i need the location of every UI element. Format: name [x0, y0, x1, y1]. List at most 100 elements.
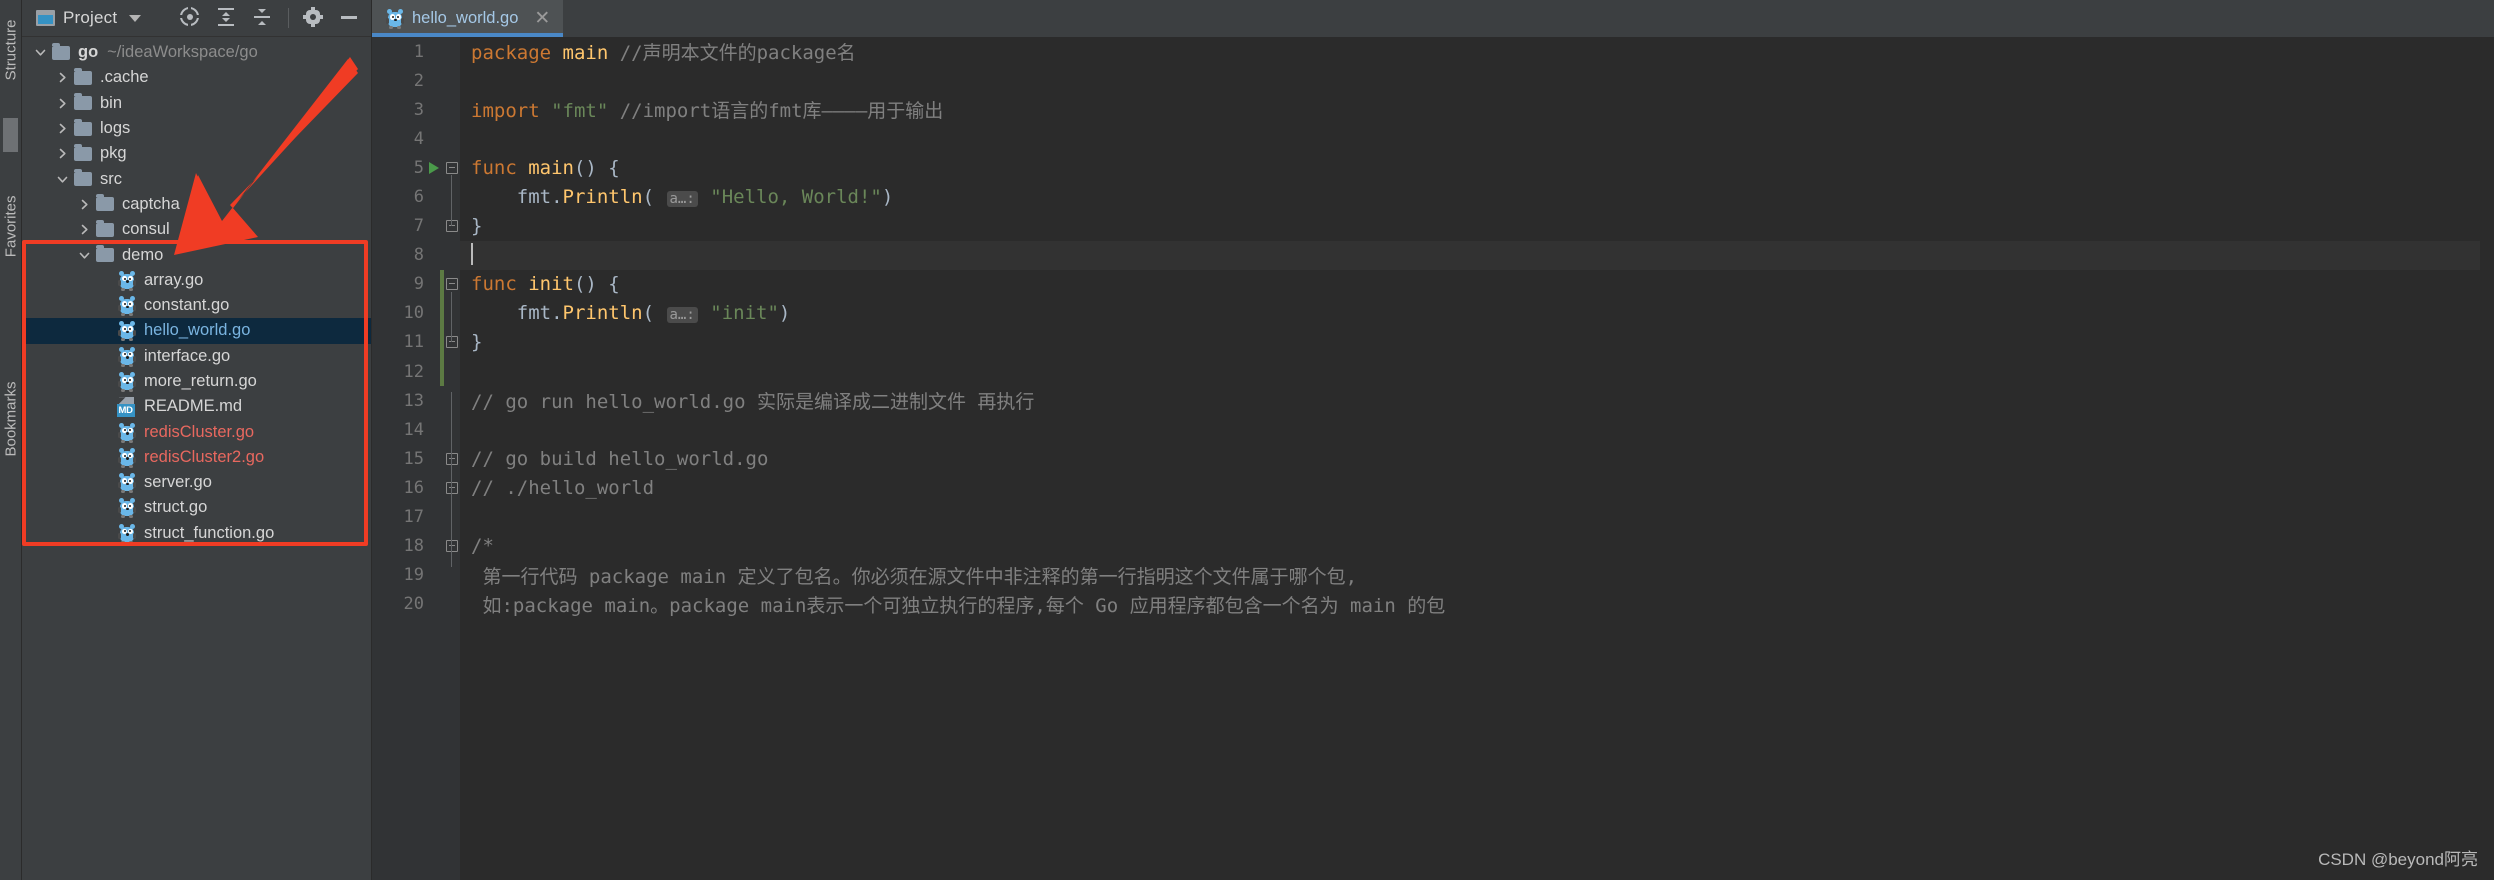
code-line[interactable]: // ./hello_world: [460, 473, 2494, 502]
code-line[interactable]: func main() {: [460, 153, 2494, 182]
code-token: /*: [471, 535, 494, 558]
chevron-right-icon[interactable]: [52, 122, 72, 135]
tree-item-struct-go[interactable]: struct.go: [22, 495, 371, 520]
editor-fold-column[interactable]: [444, 37, 460, 880]
code-line[interactable]: [460, 124, 2494, 153]
tree-item-rediscluster2-go[interactable]: redisCluster2.go: [22, 445, 371, 470]
gutter-row[interactable]: 5: [372, 153, 444, 182]
gutter-row[interactable]: 6: [372, 182, 444, 211]
code-line[interactable]: [460, 66, 2494, 95]
gutter-row[interactable]: 7: [372, 212, 444, 241]
fold-end-icon[interactable]: [446, 220, 458, 233]
code-line[interactable]: [460, 357, 2494, 386]
tree-item-logs[interactable]: logs: [22, 116, 371, 141]
gutter-row[interactable]: 18: [372, 532, 444, 561]
run-gutter-icon[interactable]: [424, 161, 444, 174]
code-line[interactable]: [460, 240, 2494, 270]
code-line[interactable]: 如:package main。package main表示一个可独立执行的程序,…: [460, 590, 2494, 619]
gutter-row[interactable]: 3: [372, 95, 444, 124]
tree-item-demo[interactable]: demo: [22, 242, 371, 267]
code-line[interactable]: fmt.Println( a…: "Hello, World!"): [460, 182, 2494, 211]
fold-collapse-icon[interactable]: [446, 278, 458, 291]
select-opened-file-button[interactable]: [179, 6, 202, 29]
tree-item-go[interactable]: go ~/ideaWorkspace/go: [22, 40, 371, 65]
gutter-row[interactable]: 2: [372, 66, 444, 95]
gutter-row[interactable]: 17: [372, 503, 444, 532]
code-line[interactable]: func init() {: [460, 270, 2494, 299]
code-line[interactable]: 第一行代码 package main 定义了包名。你必须在源文件中非注释的第一行…: [460, 561, 2494, 590]
gutter-row[interactable]: 15: [372, 444, 444, 473]
gutter-row[interactable]: 9: [372, 270, 444, 299]
gutter-row[interactable]: 14: [372, 415, 444, 444]
close-icon[interactable]: ✕: [534, 9, 550, 28]
chevron-down-icon[interactable]: [30, 46, 50, 59]
expand-all-button[interactable]: [216, 7, 238, 29]
tree-item-server-go[interactable]: server.go: [22, 470, 371, 495]
fold-collapse-icon[interactable]: [446, 452, 458, 465]
code-line[interactable]: [460, 503, 2494, 532]
fold-end-icon[interactable]: [446, 481, 458, 494]
tree-item-pkg[interactable]: pkg: [22, 141, 371, 166]
editor-tab-hello-world[interactable]: hello_world.go ✕: [372, 0, 564, 37]
code-line[interactable]: package main //声明本文件的package名: [460, 37, 2494, 66]
fold-collapse-icon[interactable]: [446, 540, 458, 553]
chevron-down-icon[interactable]: [52, 173, 72, 186]
chevron-right-icon[interactable]: [52, 97, 72, 110]
editor-code-column[interactable]: package main //声明本文件的package名 import "fmt…: [460, 37, 2494, 880]
hide-panel-button[interactable]: [339, 7, 361, 29]
tree-item-more-return-go[interactable]: more_return.go: [22, 369, 371, 394]
go-file-icon: [116, 296, 138, 317]
tool-strip-item-structure[interactable]: Structure: [3, 20, 20, 94]
gutter-row[interactable]: 13: [372, 386, 444, 415]
tree-item-struct-function-go[interactable]: struct_function.go: [22, 521, 371, 546]
fold-collapse-icon[interactable]: [446, 161, 458, 174]
code-line[interactable]: // go build hello_world.go: [460, 444, 2494, 473]
tree-item-readme-md[interactable]: MD README.md: [22, 394, 371, 419]
tree-item--cache[interactable]: .cache: [22, 65, 371, 90]
tree-item-bin[interactable]: bin: [22, 91, 371, 116]
tool-strip-item-favorites[interactable]: Favorites: [3, 196, 20, 286]
tree-item-captcha[interactable]: captcha: [22, 192, 371, 217]
code-line[interactable]: }: [460, 212, 2494, 241]
tree-item-interface-go[interactable]: interface.go: [22, 344, 371, 369]
gutter-row[interactable]: 19: [372, 561, 444, 590]
tree-item-array-go[interactable]: array.go: [22, 268, 371, 293]
tree-item-hello-world-go[interactable]: hello_world.go: [22, 318, 371, 344]
collapse-all-button[interactable]: [252, 7, 274, 29]
fold-end-icon[interactable]: [446, 336, 458, 349]
go-file-icon: [116, 498, 138, 519]
gutter-row[interactable]: 10: [372, 299, 444, 328]
code-editor[interactable]: 1 2 3 4 5 6 7 8 9 10 11 12 13 14 15 16 17 18 19 20 package …: [372, 37, 2494, 880]
gutter-row[interactable]: 8: [372, 241, 444, 270]
tree-item-consul[interactable]: consul: [22, 217, 371, 242]
project-title-dropdown[interactable]: Project: [36, 8, 142, 28]
code-line[interactable]: import "fmt" //import语言的fmt库————用于输出: [460, 95, 2494, 124]
gutter-row[interactable]: 11: [372, 328, 444, 357]
settings-button[interactable]: [303, 7, 325, 29]
tree-item-src[interactable]: src: [22, 166, 371, 191]
gutter-row[interactable]: 12: [372, 357, 444, 386]
chevron-right-icon[interactable]: [74, 198, 94, 211]
fold-row: [444, 328, 460, 357]
code-line[interactable]: // go run hello_world.go 实际是编译成二进制文件 再执行: [460, 386, 2494, 415]
gutter-row[interactable]: 20: [372, 590, 444, 619]
code-line[interactable]: }: [460, 328, 2494, 357]
tool-strip-item-bookmarks[interactable]: Bookmarks: [3, 382, 20, 476]
tree-item-rediscluster-go[interactable]: redisCluster.go: [22, 419, 371, 444]
tree-item-constant-go[interactable]: constant.go: [22, 293, 371, 318]
editor-gutter[interactable]: 1 2 3 4 5 6 7 8 9 10 11 12 13 14 15 16 17 18 19 20: [372, 37, 444, 880]
tree-item-label: logs: [100, 119, 131, 138]
tree-item-label: server.go: [144, 473, 212, 492]
code-line[interactable]: fmt.Println( a…: "init"): [460, 299, 2494, 328]
code-line[interactable]: /*: [460, 532, 2494, 561]
chevron-right-icon[interactable]: [52, 147, 72, 160]
chevron-right-icon[interactable]: [52, 71, 72, 84]
chevron-down-icon[interactable]: [129, 14, 142, 22]
code-line[interactable]: [460, 415, 2494, 444]
gutter-row[interactable]: 1: [372, 37, 444, 66]
gutter-row[interactable]: 16: [372, 473, 444, 502]
chevron-right-icon[interactable]: [74, 223, 94, 236]
gutter-row[interactable]: 4: [372, 124, 444, 153]
editor-right-strip[interactable]: [2480, 37, 2494, 880]
chevron-down-icon[interactable]: [74, 249, 94, 262]
